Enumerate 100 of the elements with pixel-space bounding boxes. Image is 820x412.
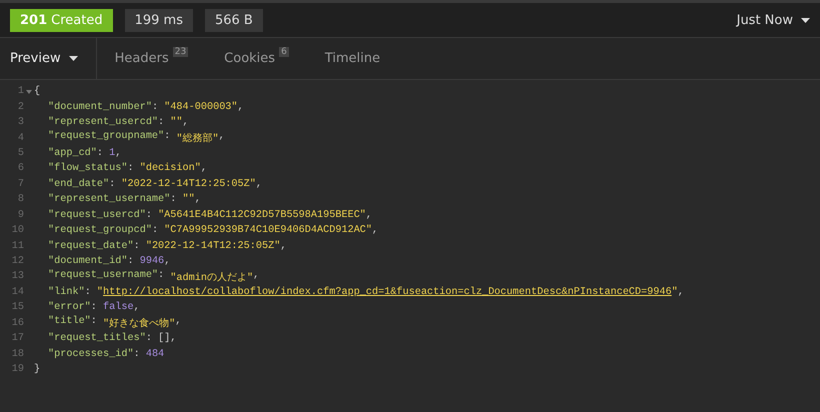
response-size: 566 B	[204, 8, 263, 32]
json-punctuation: ,	[170, 333, 176, 344]
json-key: "request_username"	[48, 270, 158, 284]
json-punctuation: :	[146, 210, 153, 221]
line-number: 4	[16, 132, 24, 144]
json-punctuation: ,	[256, 178, 262, 190]
json-key: "request_groupname"	[48, 131, 164, 146]
json-string: "A5641E4B4C112C92D57B5598A195BEEC"	[158, 210, 366, 221]
json-key: "request_groupcd"	[48, 225, 152, 236]
line-number: 10	[10, 225, 24, 236]
json-punctuation: :	[84, 286, 92, 298]
json-key: "app_cd"	[48, 148, 97, 159]
json-punctuation: :	[127, 163, 135, 174]
json-key: "request_titles"	[48, 333, 146, 344]
json-string: "総務部"	[176, 132, 219, 146]
json-key: "title"	[48, 316, 91, 330]
tab[interactable]: Headers 23	[96, 38, 206, 79]
json-key: "document_id"	[48, 256, 128, 268]
json-punctuation: ,	[678, 286, 684, 298]
line-number: 15	[10, 302, 24, 314]
json-string: "decision"	[140, 163, 201, 174]
line-number: 9	[16, 210, 24, 221]
count-badge: 6	[279, 47, 289, 57]
line-number: 3	[16, 117, 24, 128]
json-value: 9946	[140, 256, 164, 268]
line-number: 17	[10, 333, 24, 344]
json-punctuation: :	[109, 178, 116, 190]
json-punctuation: :	[158, 117, 166, 128]
json-punctuation: ,	[372, 225, 378, 236]
json-punctuation: ,	[366, 210, 372, 221]
json-value: 484	[146, 348, 164, 360]
json-string: "好きな食べ物"	[103, 317, 176, 330]
line-number: 7	[16, 178, 24, 190]
json-string: "2022-12-14T12:25:05Z"	[121, 178, 256, 190]
line-number: 6	[16, 163, 24, 174]
caret-icon	[801, 18, 810, 22]
line-number: 1	[16, 86, 24, 98]
json-string: "	[672, 286, 678, 298]
line-number: 8	[16, 194, 24, 206]
json-string: "	[96, 286, 104, 298]
response-time: 199 ms	[124, 8, 193, 32]
json-punctuation: :	[170, 194, 178, 206]
json-punctuation: :	[164, 131, 172, 144]
history-dropdown[interactable]: Just Now	[736, 12, 810, 28]
line-number: 18	[10, 348, 24, 360]
json-key: "request_usercd"	[48, 210, 146, 221]
json-punctuation: ,	[280, 240, 286, 252]
json-value: false	[103, 302, 134, 314]
tab[interactable]: Cookies 6	[206, 38, 307, 79]
json-key: "document_number"	[48, 102, 152, 113]
json-key: "processes_id"	[48, 348, 134, 360]
collapse-icon[interactable]	[26, 88, 32, 95]
status-badge: 201 Created	[10, 8, 113, 32]
line-number: 12	[10, 256, 24, 268]
json-key: "represent_usercd"	[48, 117, 158, 128]
json-key: "end_date"	[48, 178, 110, 190]
json-punctuation: ,	[134, 302, 140, 314]
line-number: 5	[16, 148, 24, 159]
json-punctuation: {	[34, 86, 40, 98]
json-punctuation: :	[134, 348, 141, 360]
json-punctuation: ,	[164, 256, 170, 268]
line-number: 13	[10, 271, 24, 282]
json-punctuation: :	[90, 302, 98, 314]
line-number: 19	[10, 364, 24, 376]
json-punctuation: ,	[200, 163, 207, 174]
json-punctuation: :	[90, 316, 98, 330]
json-string: "C7A99952939B74C10E9406D4ACD912AC"	[164, 225, 372, 236]
json-punctuation: ,	[115, 148, 122, 159]
tab[interactable]: Timeline	[306, 38, 398, 79]
json-punctuation: :	[152, 225, 160, 236]
json-punctuation: ,	[182, 117, 189, 128]
line-number: 14	[10, 286, 24, 298]
json-string: "2022-12-14T12:25:05Z"	[146, 240, 280, 252]
json-punctuation: :	[152, 102, 160, 113]
json-punctuation: :	[134, 240, 141, 252]
json-punctuation: ,	[194, 194, 201, 206]
json-key: "request_date"	[48, 240, 134, 252]
json-punctuation: ,	[175, 316, 182, 330]
json-punctuation: }	[34, 364, 40, 376]
json-link[interactable]: http://localhost/collaboflow/index.cfm?app_cd=1&fuseaction=clz_DocumentDesc&nPInstanceCD=9946	[103, 286, 672, 298]
count-badge: 23	[172, 47, 188, 57]
json-string: ""	[182, 194, 195, 206]
json-punctuation: ,	[238, 102, 244, 113]
json-string: "484-000003"	[164, 102, 238, 113]
json-punctuation: :	[96, 148, 104, 159]
json-punctuation: : []	[146, 333, 170, 344]
json-punctuation: :	[158, 270, 166, 283]
line-number: 2	[16, 102, 24, 113]
json-key: "flow_status"	[48, 163, 128, 174]
json-string: ""	[170, 117, 183, 128]
json-key: "error"	[48, 302, 91, 314]
line-number: 11	[10, 240, 24, 252]
json-punctuation: ,	[218, 131, 225, 144]
line-number: 16	[10, 318, 24, 329]
json-value: 1	[109, 148, 116, 159]
tab[interactable]: Preview	[0, 38, 97, 79]
json-key: "represent_username"	[48, 194, 170, 206]
json-punctuation: :	[127, 256, 135, 268]
json-string: "adminの人だよ"	[170, 271, 254, 284]
json-key: "link"	[48, 286, 85, 298]
